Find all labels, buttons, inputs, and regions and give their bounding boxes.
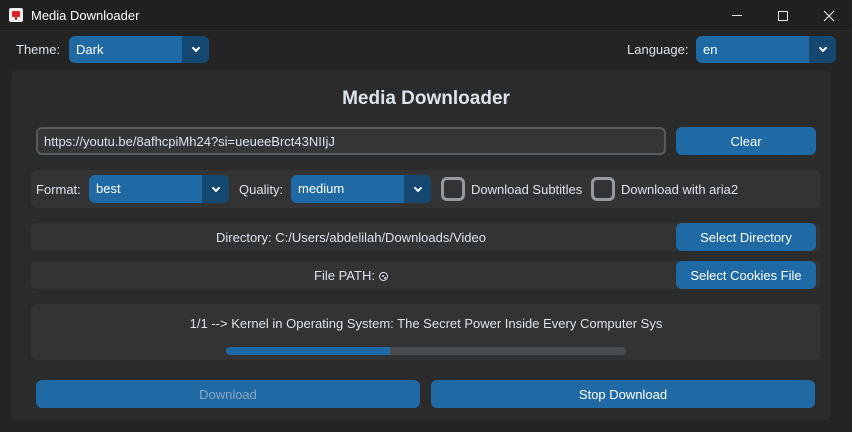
app-logo-icon [9,8,23,22]
theme-select[interactable]: Dark [69,36,209,63]
minimize-icon [732,15,742,16]
chevron-down-icon [191,43,200,53]
select-cookies-button[interactable]: Select Cookies File [676,261,816,289]
page-title: Media Downloader [342,88,510,109]
maximize-icon [778,10,788,21]
minimize-button[interactable] [714,0,760,31]
aria2-checkbox[interactable] [591,177,615,201]
language-value: en [703,42,718,57]
format-dropdown-button[interactable] [202,175,229,203]
status-text: 1/1 --> Kernel in Operating System: The … [189,316,663,331]
quality-label: Quality: [239,182,284,197]
progress-fill [226,347,390,355]
window-title: Media Downloader [31,8,140,23]
maximize-button[interactable] [760,0,806,31]
title-bar: Media Downloader [0,0,852,31]
select-directory-button[interactable]: Select Directory [676,223,816,251]
theme-value: Dark [76,42,104,57]
chevron-down-icon [413,183,422,192]
stop-download-button[interactable]: Stop Download [431,380,815,408]
close-icon [823,10,835,21]
cookie-icon [378,272,388,281]
quality-select[interactable]: medium [291,175,431,203]
download-button[interactable]: Download [36,380,420,408]
directory-text: Directory: C:/Users/abdelilah/Downloads/… [216,230,486,245]
quality-dropdown-button[interactable] [404,175,431,203]
url-field[interactable] [36,127,666,155]
file-path-text: File PATH: [314,268,375,283]
theme-label: Theme: [16,42,61,57]
close-button[interactable] [806,0,852,31]
language-select[interactable]: en [696,36,836,63]
chevron-down-icon [818,43,827,53]
aria2-label: Download with aria2 [621,182,739,197]
format-select[interactable]: best [89,175,229,203]
clear-button[interactable]: Clear [676,127,816,155]
theme-dropdown-button[interactable] [182,36,209,63]
progress-bar [226,347,626,355]
file-path-row: File PATH: [31,268,671,283]
quality-value: medium [298,181,345,196]
language-dropdown-button[interactable] [809,36,836,63]
url-input[interactable] [44,132,654,150]
language-label: Language: [627,42,689,57]
subtitles-label: Download Subtitles [471,182,583,197]
format-value: best [96,181,121,196]
subtitles-checkbox[interactable] [441,177,465,201]
chevron-down-icon [211,183,220,192]
format-label: Format: [36,182,81,197]
